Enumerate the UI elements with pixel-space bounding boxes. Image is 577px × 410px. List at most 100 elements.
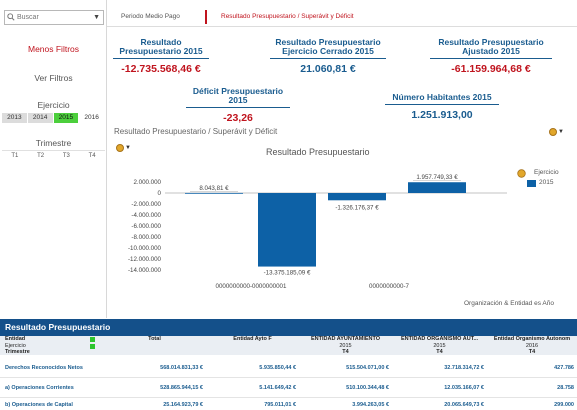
year-option-2013[interactable]: 2013 [2,113,28,123]
y-tick-label: 0 [158,190,162,197]
search-icon [7,13,15,21]
column-header[interactable]: Entidad Ayto F [206,336,299,343]
legend-label: 2015 [539,179,554,186]
row-label: Derechos Reconocidos Netos [5,365,83,371]
dim-label: Trimestre [5,349,30,355]
data-label: 8.043,81 € [199,185,229,192]
kpi-title: Déficit Presupuestario 2015 [192,86,284,105]
total-header: Total [148,336,161,342]
value-cell: 28.758 [557,385,574,391]
expand-icon [90,337,95,342]
filter-sidebar: ▼ Menos Filtros Ver Filtros Ejercicio 20… [0,0,107,318]
year-option-2015-selected[interactable]: 2015 [53,113,80,123]
data-label: -1.326.176,37 € [335,204,379,211]
value-cell: 12.035.166,07 € [444,385,484,391]
value-cell: 515.504.071,00 € [346,365,389,371]
kpi-divider [186,107,290,108]
kpi-value: -12.735.568,46 € [121,63,201,75]
quarter-option-t1[interactable]: T1 [2,151,28,160]
bar [328,193,386,201]
year-filter: 2013 2014 2015 2016 [2,113,105,123]
section-title: Resultado Presupuestario / Superávit y D… [114,127,278,136]
kpi-numero-habitantes: Número Habitantes 2015 1.251.913,00 [385,93,499,121]
less-filters-link[interactable]: Menos Filtros [0,44,107,54]
dim-label: Entidad [5,336,26,342]
kpi-title: Número Habitantes 2015 [392,92,492,102]
sheet-tab-bar: Periodo Medio Pago Resultado Presupuesta… [107,8,577,27]
total-cell: 25.164.923,79 € [163,402,203,408]
bar [258,193,316,267]
quarter-option-t4[interactable]: T4 [79,151,105,160]
kpi-resultado-presupuestario: Resultado Presupuestario 2015 -12.735.56… [113,38,209,75]
bar [185,192,243,194]
kpi-divider [430,58,552,59]
column-quarter: T4 [436,349,443,355]
chart-footer: Organización & Entidad es Año [464,300,554,307]
data-label: 1.957.749,33 € [416,174,458,181]
x-tick-label: 0000000000-0000000001 [216,283,287,290]
value-cell: 510.100.344,48 € [346,385,389,391]
data-label: -13.375.185,09 € [264,270,311,277]
ejercicio-filter-title: Ejercicio [37,100,70,110]
y-tick-label: -4.000.000 [131,212,161,219]
kpi-value: -23,26 [223,112,253,124]
chart-title: Resultado Presupuestario [266,147,370,157]
chart-menu-button[interactable]: ▼ [116,144,131,152]
value-cell: 20.065.649,73 € [444,402,484,408]
kpi-deficit-presupuestario: Déficit Presupuestario 2015 -23,26 [186,87,290,124]
trimestre-filter-title: Trimestre [35,138,72,148]
value-cell: 3.994.263,05 € [352,402,389,408]
table-row[interactable]: b) Operaciones de Capital 25.164.923,79 … [0,398,577,410]
kpi-divider [270,58,386,59]
y-tick-label: -6.000.000 [131,223,161,230]
chevron-down-icon: ▼ [125,145,131,151]
kpi-resultado-ajustado: Resultado Presupuestario Ajustado 2015 -… [430,38,552,75]
coin-icon [549,128,557,136]
y-tick-label: -8.000.000 [131,234,161,241]
search-box[interactable]: ▼ [4,10,104,25]
value-cell: 795.011,01 € [264,402,296,408]
kpi-value: 21.060,81 € [300,63,356,75]
y-tick-label: -12.000.000 [128,256,162,263]
column-header[interactable]: Entidad Organismo Autonom [487,336,577,343]
kpi-divider [385,104,499,105]
kpi-value: -61.159.964,68 € [451,63,531,75]
search-input[interactable] [17,12,91,23]
table-header-row: Trimestre T4 T4 T4 [0,349,577,355]
kpi-value: 1.251.913,00 [411,109,473,121]
quarter-option-t3[interactable]: T3 [54,151,80,160]
tab-resultado-presupuestario[interactable]: Resultado Presupuestario / Superávit y D… [221,13,354,20]
value-cell: 5.935.850,44 € [259,365,296,371]
total-cell: 528.865.944,15 € [160,385,203,391]
year-option-2016[interactable]: 2016 [79,113,105,123]
table-row[interactable]: a) Operaciones Corrientes 528.865.944,15… [0,378,577,398]
value-cell: 32.718.314,72 € [444,365,484,371]
dim-toggle[interactable] [90,336,103,343]
kpi-divider [113,58,209,59]
see-filters-link[interactable]: Ver Filtros [0,73,107,83]
legend-coin-icon[interactable] [517,169,526,178]
quarter-filter: T1 T2 T3 T4 [2,150,105,160]
active-tab-marker [205,10,207,24]
export-menu-button[interactable]: ▼ [549,128,564,136]
column-header[interactable]: ENTIDAD ORGANISMO AUT... [392,336,487,343]
column-header[interactable]: ENTIDAD AYUNTAMIENTO [299,336,392,343]
legend-swatch [527,180,536,187]
x-tick-label: 0000000000-7 [369,283,409,290]
bar [408,182,466,193]
legend-title: Ejercicio [534,169,559,176]
table-row[interactable]: Derechos Reconocidos Netos 568.014.831,3… [0,358,577,378]
bar-chart: 2.000.000 0 -2.000.000 -4.000.000 -6.000.000… [128,174,507,290]
quarter-option-t2[interactable]: T2 [28,151,54,160]
tab-periodo-medio-pago[interactable]: Periodo Medio Pago [121,13,180,20]
table-header-row: Entidad Total Entidad Ayto F ENTIDAD AYU… [0,336,577,343]
year-option-2014[interactable]: 2014 [27,113,54,123]
dropdown-caret-icon[interactable]: ▼ [93,14,100,21]
column-quarter: T4 [528,349,536,355]
value-cell: 299.000 [554,402,574,408]
kpi-title: Resultado Presupuestario 2015 [119,37,203,56]
column-quarter [206,349,299,355]
y-tick-label: 2.000.000 [133,179,161,186]
coin-icon [116,144,124,152]
column-quarter: T4 [342,349,349,355]
